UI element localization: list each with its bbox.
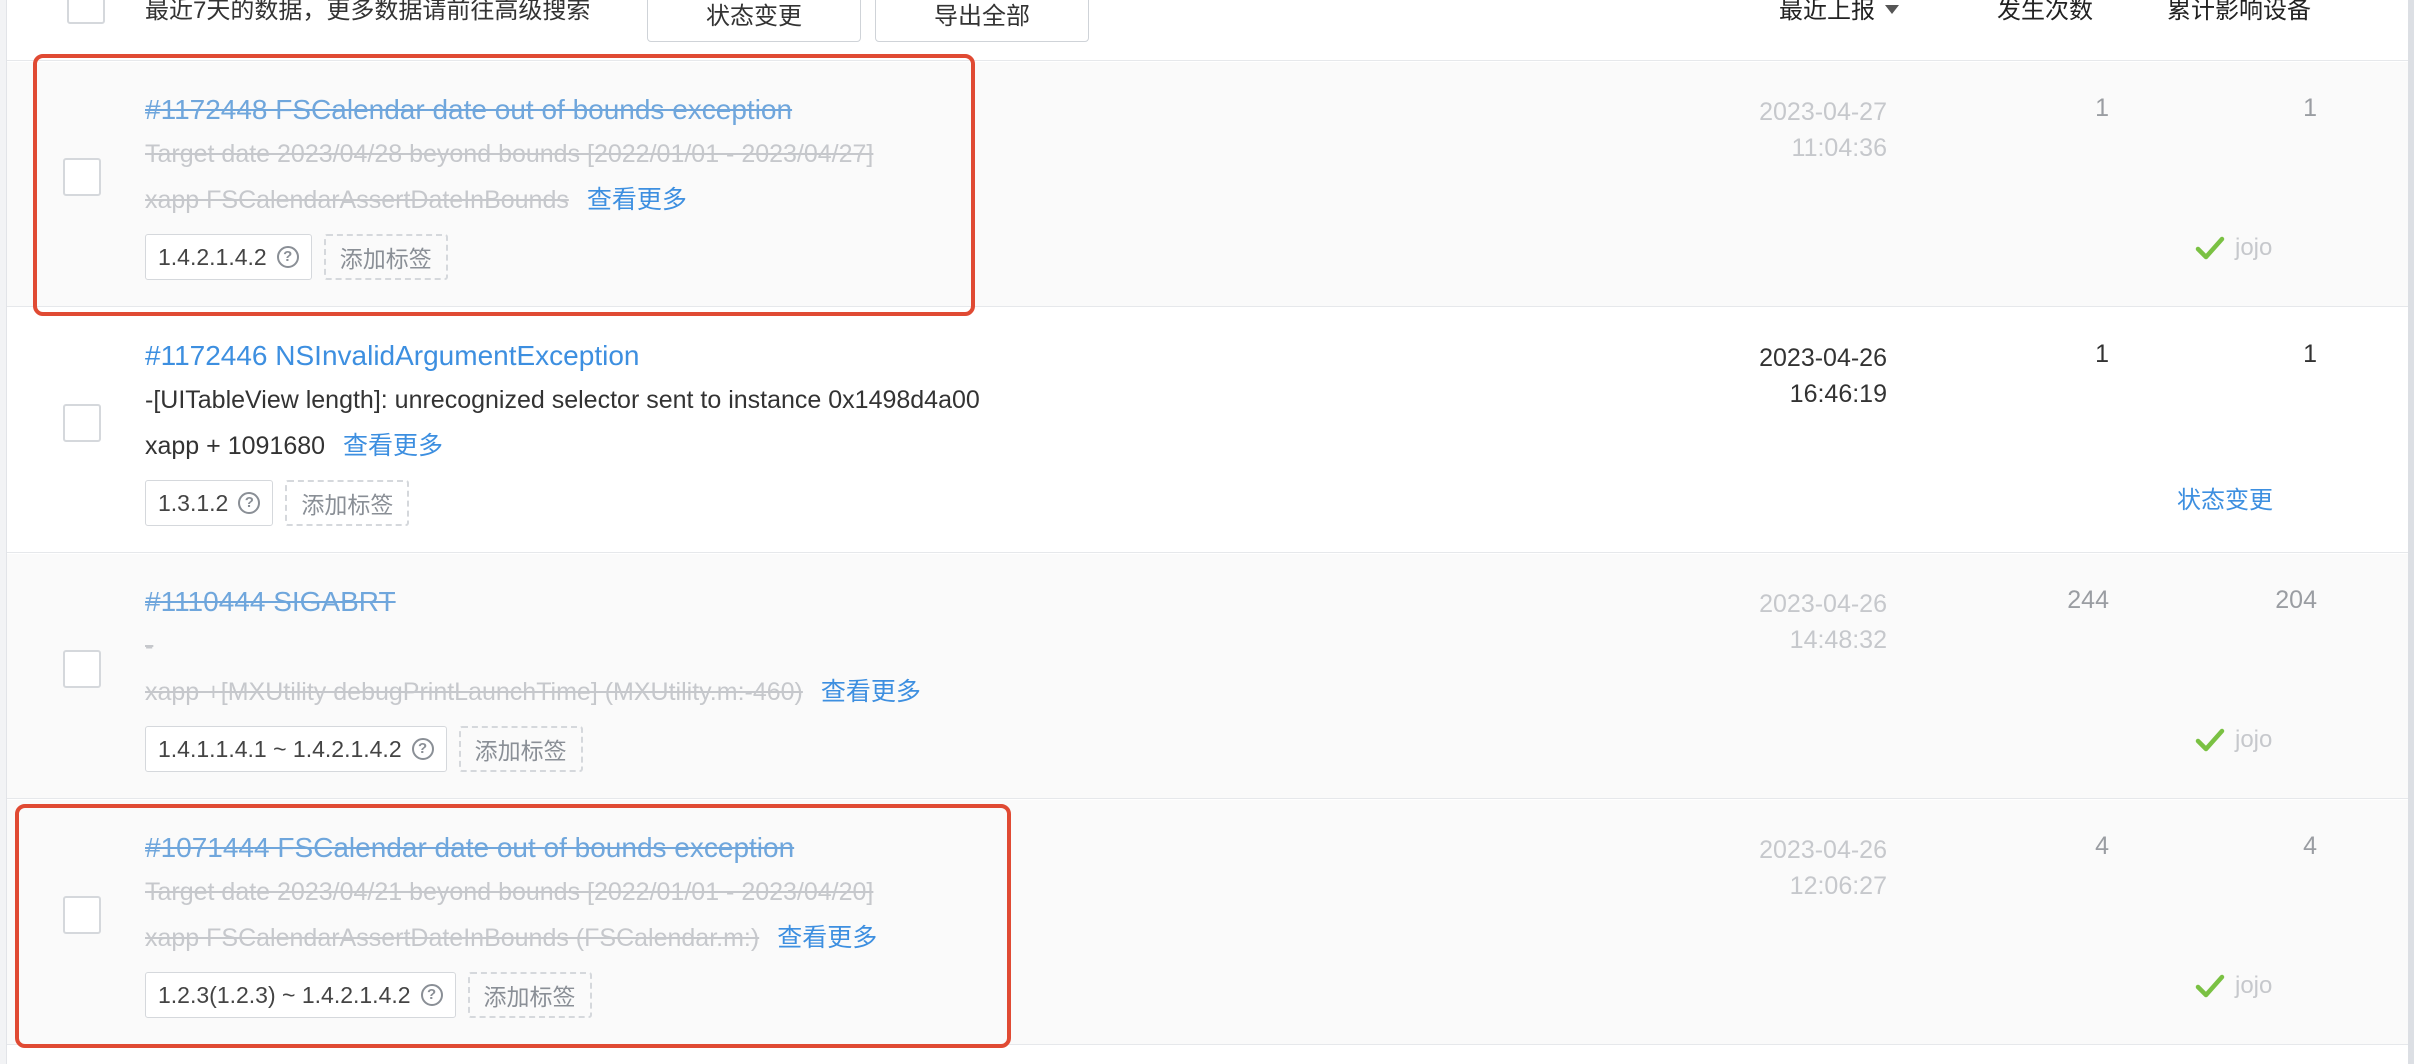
version-label: 1.4.2.1.4.2 — [158, 243, 267, 270]
version-label: 1.2.3(1.2.3) ~ 1.4.2.1.4.2 — [158, 981, 411, 1008]
issue-reason: -[UITableView length]: unrecognized sele… — [145, 386, 980, 414]
occurrence-count: 1 — [2095, 94, 2109, 122]
issue-reason: Target date 2023/04/28 beyond bounds [20… — [145, 140, 874, 168]
report-time: 14:48:32 — [1789, 626, 1887, 654]
question-icon[interactable]: ? — [238, 492, 261, 514]
tag-group: 1.4.1.1.4.1 ~ 1.4.2.1.4.2? 添加标签 — [145, 726, 583, 772]
status-change-button[interactable]: 状态变更 — [647, 0, 861, 42]
add-tag-button[interactable]: 添加标签 — [285, 480, 410, 526]
affected-devices: 1 — [2303, 340, 2317, 368]
occurrence-count: 244 — [2067, 586, 2109, 614]
issue-stack-text: xapp FSCalendarAssertDateInBounds (FSCal… — [145, 924, 760, 952]
report-date: 2023-04-26 — [1759, 590, 1887, 618]
issue-stack: xapp FSCalendarAssertDateInBounds (FSCal… — [145, 918, 877, 954]
owner-name: jojo — [2235, 234, 2273, 261]
row-checkbox[interactable] — [63, 158, 101, 196]
latest-report-time: 2023-04-26 16:46:19 — [1759, 340, 1887, 412]
issue-title-link[interactable]: #1172448 FSCalendar date out of bounds e… — [145, 94, 792, 126]
latest-report-time: 2023-04-27 11:04:36 — [1759, 94, 1887, 166]
occurrence-count-column-header: 发生次数 — [1997, 0, 2093, 24]
view-more-link[interactable]: 查看更多 — [821, 678, 921, 706]
occurrence-count: 1 — [2095, 340, 2109, 368]
question-icon[interactable]: ? — [276, 246, 299, 268]
issue-row: #1110444 SIGABRT - xapp +[MXUtility debu… — [7, 554, 2409, 799]
report-time: 11:04:36 — [1791, 134, 1887, 162]
version-label: 1.4.1.1.4.1 ~ 1.4.2.1.4.2 — [158, 735, 402, 762]
issue-title-link[interactable]: #1110444 SIGABRT — [145, 586, 396, 618]
view-more-link[interactable]: 查看更多 — [777, 924, 877, 952]
version-tag: 1.4.2.1.4.2? — [145, 234, 312, 280]
issue-stack: xapp +[MXUtility debugPrintLaunchTime] (… — [145, 672, 921, 708]
affected-devices: 4 — [2303, 832, 2317, 860]
issue-title-link[interactable]: #1172446 NSInvalidArgumentException — [145, 340, 639, 372]
issue-reason: - — [145, 632, 154, 660]
view-more-link[interactable]: 查看更多 — [343, 432, 443, 460]
owner-name: jojo — [2235, 726, 2273, 753]
export-all-button[interactable]: 导出全部 — [875, 0, 1089, 42]
scrollbar-track[interactable] — [2408, 0, 2414, 1064]
version-tag: 1.2.3(1.2.3) ~ 1.4.2.1.4.2? — [145, 972, 456, 1018]
issue-row: #1071444 FSCalendar date out of bounds e… — [7, 800, 2409, 1045]
tag-group: 1.2.3(1.2.3) ~ 1.4.2.1.4.2? 添加标签 — [145, 972, 592, 1018]
row-checkbox[interactable] — [63, 404, 101, 442]
report-date: 2023-04-27 — [1759, 98, 1887, 126]
version-tag: 1.4.1.1.4.1 ~ 1.4.2.1.4.2? — [145, 726, 447, 772]
affected-devices-column-header: 累计影响设备 — [2167, 0, 2311, 24]
latest-report-label: 最近上报 — [1779, 0, 1875, 24]
report-time: 12:06:27 — [1789, 872, 1887, 900]
latest-report-time: 2023-04-26 12:06:27 — [1759, 832, 1887, 904]
add-tag-button[interactable]: 添加标签 — [323, 234, 448, 280]
resolved-owner: jojo — [2195, 972, 2272, 1000]
version-label: 1.3.1.2 — [158, 489, 229, 516]
issue-row: #1172446 NSInvalidArgumentException -[UI… — [7, 308, 2409, 553]
check-icon — [2195, 974, 2225, 998]
row-checkbox[interactable] — [63, 896, 101, 934]
resolved-owner: jojo — [2195, 726, 2272, 754]
row-checkbox[interactable] — [63, 650, 101, 688]
recent-data-hint: 最近7天的数据，更多数据请前往高级搜索 — [145, 0, 591, 24]
report-date: 2023-04-26 — [1759, 344, 1887, 372]
question-icon[interactable]: ? — [411, 738, 434, 760]
issue-stack: xapp + 1091680 查看更多 — [145, 426, 443, 462]
occurrence-count: 4 — [2095, 832, 2109, 860]
sort-desc-icon — [1885, 5, 1899, 15]
affected-devices: 1 — [2303, 94, 2317, 122]
report-date: 2023-04-26 — [1759, 836, 1887, 864]
resolved-owner: jojo — [2195, 234, 2272, 262]
owner-name: jojo — [2235, 972, 2273, 999]
view-more-link[interactable]: 查看更多 — [587, 186, 687, 214]
question-icon[interactable]: ? — [420, 984, 443, 1006]
issue-stack-text: xapp FSCalendarAssertDateInBounds — [145, 186, 569, 214]
version-tag: 1.3.1.2? — [145, 480, 274, 526]
issue-reason: Target date 2023/04/21 beyond bounds [20… — [145, 878, 874, 906]
add-tag-button[interactable]: 添加标签 — [467, 972, 592, 1018]
row-status-change-link[interactable]: 状态变更 — [2177, 480, 2273, 515]
issue-list-panel: 最近7天的数据，更多数据请前往高级搜索 状态变更 导出全部 最近上报 发生次数 … — [6, 0, 2409, 1064]
tag-group: 1.3.1.2? 添加标签 — [145, 480, 410, 526]
list-header: 最近7天的数据，更多数据请前往高级搜索 状态变更 导出全部 最近上报 发生次数 … — [7, 0, 2409, 61]
check-icon — [2195, 728, 2225, 752]
issue-title-link[interactable]: #1071444 FSCalendar date out of bounds e… — [145, 832, 794, 864]
tag-group: 1.4.2.1.4.2? 添加标签 — [145, 234, 448, 280]
latest-report-column-header[interactable]: 最近上报 — [1779, 0, 1899, 25]
latest-report-time: 2023-04-26 14:48:32 — [1759, 586, 1887, 658]
affected-devices: 204 — [2275, 586, 2317, 614]
add-tag-button[interactable]: 添加标签 — [458, 726, 583, 772]
select-all-checkbox[interactable] — [67, 0, 105, 24]
report-time: 16:46:19 — [1789, 380, 1887, 408]
issue-stack: xapp FSCalendarAssertDateInBounds 查看更多 — [145, 180, 687, 216]
issue-row: #1172448 FSCalendar date out of bounds e… — [7, 62, 2409, 307]
issue-stack-text: xapp +[MXUtility debugPrintLaunchTime] (… — [145, 678, 803, 706]
issue-stack-text: xapp + 1091680 — [145, 432, 326, 460]
check-icon — [2195, 236, 2225, 260]
